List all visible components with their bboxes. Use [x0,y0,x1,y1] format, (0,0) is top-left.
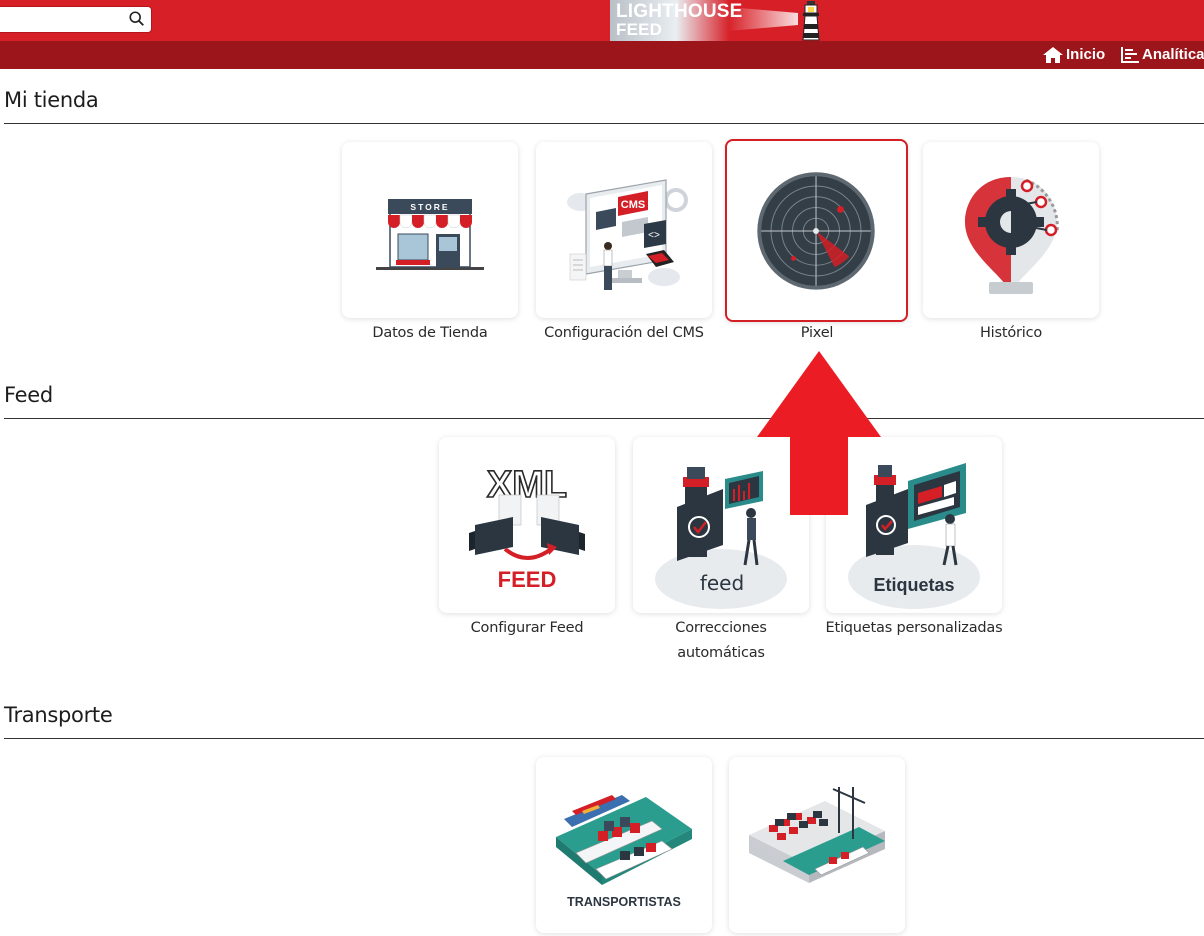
nav-analitica-label: Analítica [1142,46,1204,63]
analytics-icon [1121,46,1139,63]
nav-analitica-link[interactable]: Analítica [1121,46,1204,63]
feed-robot-art-text: feed [700,571,744,595]
card-configurar-feed[interactable]: XML FEED [439,437,615,613]
card-transportistas[interactable]: TRANSPORTISTAS [536,757,712,933]
section-title-mi-tienda: Mi tienda [4,88,99,112]
card-label-pixel[interactable]: Pixel [717,321,917,346]
search-box[interactable] [0,6,152,33]
logo-text-line2: FEED [616,20,663,39]
card-label-configuracion-cms[interactable]: Configuración del CMS [524,321,724,346]
feed-art-text: FEED [498,567,557,592]
search-input[interactable] [0,7,121,32]
section-divider [4,418,1204,419]
logo-text-line1: LIGHTHOUSE [616,1,743,22]
port-cranes-illustration-icon [749,787,885,883]
card-configuracion-cms[interactable]: CMS <> [536,142,712,318]
card-historico[interactable] [923,142,1099,318]
cms-sign: CMS [621,199,645,211]
xml-feed-illustration-icon: XML FEED [469,463,585,592]
home-icon [1043,46,1063,63]
radar-illustration-icon [757,172,875,290]
card-label-etiquetas-personalizadas[interactable]: Etiquetas personalizadas [814,616,1014,641]
etiquetas-art-text: Etiquetas [873,575,954,595]
card-pixel[interactable] [725,139,908,322]
lighthouse-beam [728,7,798,31]
section-divider [4,738,1204,739]
navigation-bar: Inicio Analítica [0,41,1204,69]
ships-illustration-icon: TRANSPORTISTAS [556,795,692,909]
section-title-transporte: Transporte [4,703,113,727]
lighthouse-feed-logo[interactable]: LIGHTHOUSE FEED [610,0,832,41]
card-puerto[interactable] [729,757,905,933]
section-title-feed: Feed [4,383,53,407]
cms-illustration-icon: CMS <> [567,179,688,290]
store-illustration-icon: STORE [376,199,484,270]
card-label-correcciones-line1[interactable]: Correcciones [621,616,821,641]
section-divider [4,123,1204,124]
lighthouse-icon [802,1,820,41]
top-header-bar: LIGHTHOUSE FEED [0,0,1204,41]
card-label-correcciones-line2[interactable]: automáticas [621,641,821,666]
history-gear-illustration-icon [965,177,1059,294]
red-up-arrow-icon [757,351,881,515]
card-label-datos-de-tienda[interactable]: Datos de Tienda [330,321,530,346]
store-sign: STORE [410,202,449,212]
search-icon[interactable] [128,10,146,28]
nav-inicio-link[interactable]: Inicio [1043,46,1105,63]
transportistas-art-text: TRANSPORTISTAS [567,895,681,909]
card-label-configurar-feed[interactable]: Configurar Feed [427,616,627,641]
card-datos-de-tienda[interactable]: STORE [342,142,518,318]
nav-inicio-label: Inicio [1066,46,1106,63]
card-label-historico[interactable]: Histórico [911,321,1111,346]
svg-text:<>: <> [648,230,660,241]
